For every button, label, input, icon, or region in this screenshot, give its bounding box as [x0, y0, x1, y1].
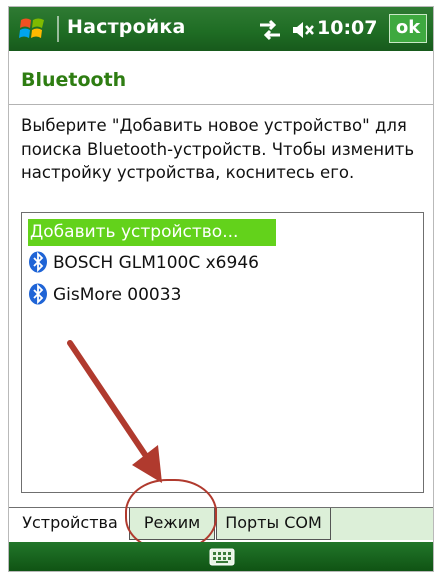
- annotation-arrow: [67, 340, 162, 483]
- add-device-item[interactable]: Добавить устройство...: [28, 219, 276, 246]
- bluetooth-icon: [29, 283, 47, 305]
- tab-bar-filler: [331, 508, 433, 540]
- connectivity-icon[interactable]: [257, 19, 283, 41]
- tab-com-ports[interactable]: Порты COM: [216, 508, 331, 540]
- title-separator: [57, 16, 59, 42]
- annotation-circle: [125, 479, 217, 551]
- keyboard-icon[interactable]: [209, 548, 235, 566]
- heading-divider: [9, 104, 433, 105]
- tab-devices[interactable]: Устройства: [13, 508, 127, 540]
- ok-button[interactable]: ok: [389, 14, 427, 43]
- bluetooth-icon: [29, 251, 47, 273]
- tab-bar: Устройства Режим Порты COM: [9, 507, 433, 543]
- volume-muted-icon[interactable]: [291, 20, 315, 40]
- instructions-text: Выберите "Добавить новое устройство" для…: [21, 116, 415, 182]
- device-screen: Настройка 10:07 ok Bluetooth Выберите "Д…: [8, 6, 434, 572]
- list-item[interactable]: BOSCH GLM100C x6946: [28, 250, 259, 277]
- windows-start-icon[interactable]: [17, 15, 47, 43]
- bottom-menu-bar: [9, 542, 433, 571]
- clock[interactable]: 10:07: [317, 17, 377, 39]
- list-item[interactable]: GisMore 00033: [28, 282, 181, 309]
- app-title: Настройка: [67, 16, 186, 38]
- device-name: GisMore 00033: [53, 285, 182, 305]
- title-bar: Настройка 10:07 ok: [9, 7, 433, 51]
- page-title: Bluetooth: [21, 69, 127, 91]
- device-name: BOSCH GLM100C x6946: [53, 253, 259, 273]
